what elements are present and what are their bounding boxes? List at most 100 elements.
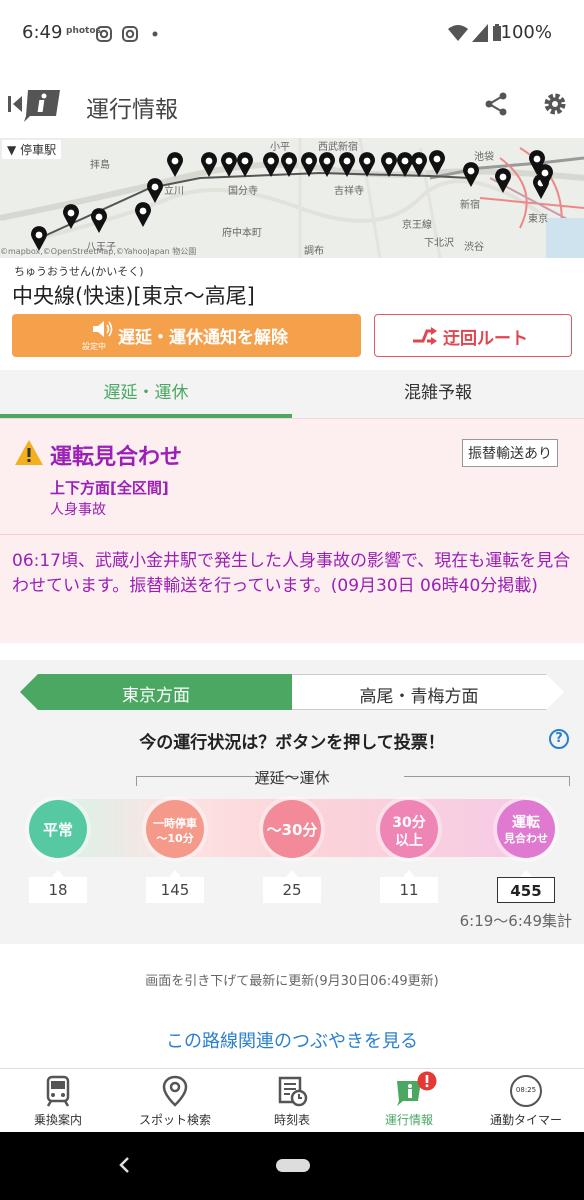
app-bar: 運行情報 [0,70,584,138]
vote-option-button[interactable]: 30分以上 [380,800,438,858]
station-pin-icon[interactable] [536,164,554,190]
nav-spot-search[interactable]: スポット検索 [117,1069,233,1133]
map-label: 府中本町 [222,228,262,239]
status-time: 6:49 [22,22,63,43]
vote-question: 今の運行状況は？ボタンを押して投票！ [139,733,445,753]
vote-count: 25 [263,877,321,903]
divider [0,534,584,535]
vote-option-button[interactable]: 運転 見合わせ [497,800,555,858]
instagram-icon [122,26,138,42]
detour-route-label: 迂回ルート [443,329,528,349]
station-pin-icon[interactable] [236,152,254,178]
map-pin-icon [162,1075,188,1107]
alert-headline: 運転見合わせ [50,445,183,470]
station-pin-icon[interactable] [410,152,428,178]
detour-route-button[interactable]: 迂回ルート [374,314,572,357]
nav-transfer-label: 乗換案内 [33,1113,82,1127]
back-info-icon[interactable] [8,88,60,122]
detour-icon [413,327,437,345]
instagram-icon [96,26,112,42]
nav-commute-timer[interactable]: 08:25 通勤タイマー [468,1069,584,1133]
help-icon[interactable]: ? [549,729,569,749]
nav-service-info-label: 運行情報 [384,1113,433,1127]
map-label: 下北沢 [424,238,454,249]
vote-option-label: 30分 [392,815,426,831]
station-pin-icon[interactable] [146,178,164,204]
direction-takao-ome[interactable]: 高尾・青梅方面 [292,674,564,710]
vote-count: 455 [497,877,555,903]
vote-option-button[interactable]: 平常 [29,800,87,858]
station-pin-icon[interactable] [338,152,356,178]
battery-level: 100% [500,22,552,43]
station-pin-icon[interactable] [262,152,280,178]
nav-transfer[interactable]: 乗換案内 [0,1069,116,1133]
signal-icon [472,24,488,42]
tab-delay[interactable]: 遅延・運休 [0,370,292,418]
map-attribution: ©mapbox,©OpenStreetMap,©YahooJapan 物公園 [0,247,197,256]
station-pin-icon[interactable] [358,152,376,178]
nav-timetable[interactable]: 時刻表 [234,1069,350,1133]
station-pin-icon[interactable] [90,208,108,234]
bottom-navigation: 乗換案内 スポット検索 時刻表 運行情報 08:25 通勤タイマー [0,1068,584,1132]
related-tweets-link[interactable]: この路線関連のつぶやきを見る [0,1027,584,1053]
train-icon [46,1075,70,1107]
nav-timetable-label: 時刻表 [273,1113,310,1127]
vote-option-button[interactable]: 〜30分 [263,800,321,858]
nav-service-info[interactable]: 運行情報 [351,1069,467,1133]
notification-status: 設定中 [82,342,106,351]
station-pin-icon[interactable] [166,152,184,178]
vote-option-sublabel: 〜10分 [156,832,194,845]
route-kana: ちゅうおうせん(かいそく) [14,265,144,278]
delay-range-label: 遅延〜運休 [254,769,330,787]
map-label: 調布 [304,246,324,257]
direction-tokyo-label: 東京方面 [122,686,190,706]
stop-stations-chip[interactable]: ▼ 停車駅 [2,140,62,159]
system-navigation [0,1132,584,1200]
speaker-icon [93,321,113,337]
wifi-icon [448,25,468,41]
station-pin-icon[interactable] [300,152,318,178]
station-pin-icon[interactable] [462,162,480,188]
warning-icon [15,440,43,465]
status-bar: 6:49 photos 100% [0,0,584,70]
vote-count: 18 [29,877,87,903]
station-pin-icon[interactable] [62,204,80,230]
tab-congestion[interactable]: 混雑予報 [292,370,584,418]
timer-icon: 08:25 [510,1075,542,1107]
vote-option-label: 〜30分 [266,821,318,839]
alert-message: 06:17頃、武蔵小金井駅で発生した人身事故の影響で、現在も運転を見合わせていま… [12,551,571,596]
direction-takao-ome-label: 高尾・青梅方面 [359,687,479,707]
vote-option-sublabel: 以上 [395,833,423,849]
cancel-notification-button[interactable]: 設定中 遅延・運休通知を解除 [12,314,361,357]
alert-cause: 人身事故 [50,502,106,518]
alert-badge-icon [417,1071,437,1091]
map-label: 拝島 [90,160,110,171]
service-alert: 運転見合わせ 振替輸送あり 上下方面[全区間] 人身事故 06:17頃、武蔵小金… [0,418,584,643]
map-label: 吉祥寺 [334,186,364,197]
vote-count: 145 [146,877,204,903]
station-pin-icon[interactable] [318,152,336,178]
route-map[interactable]: ▼ 停車駅 拝島 立川 国分寺 府中本町 八王子 西武新宿 吉祥寺 調布 京王線… [0,138,584,258]
station-pin-icon[interactable] [428,150,446,176]
timer-icon-text: 08:25 [515,1086,537,1094]
vote-option-label: 一時停車 [153,817,197,830]
share-icon[interactable] [484,92,508,116]
nav-spot-search-label: スポット検索 [138,1113,211,1127]
map-label: 西武新宿 [318,142,358,153]
map-label: 東京 [528,214,548,225]
refresh-note: 画面を引き下げて最新に更新(9月30日06:49更新) [145,974,439,989]
vote-option-button[interactable]: 一時停車〜10分 [146,800,204,858]
timetable-icon [278,1076,308,1107]
station-pin-icon[interactable] [134,202,152,228]
vote-option-sublabel: 見合わせ [504,832,548,845]
station-pin-icon[interactable] [280,152,298,178]
vote-count: 11 [380,877,438,903]
gear-icon[interactable] [542,91,568,117]
direction-tokyo[interactable]: 東京方面 [20,674,292,710]
map-label: 新宿 [460,200,480,211]
station-pin-icon[interactable] [200,152,218,178]
home-pill[interactable] [276,1159,310,1172]
vote-option-label: 運転 [512,815,540,831]
back-icon[interactable] [118,1156,130,1174]
station-pin-icon[interactable] [494,168,512,194]
